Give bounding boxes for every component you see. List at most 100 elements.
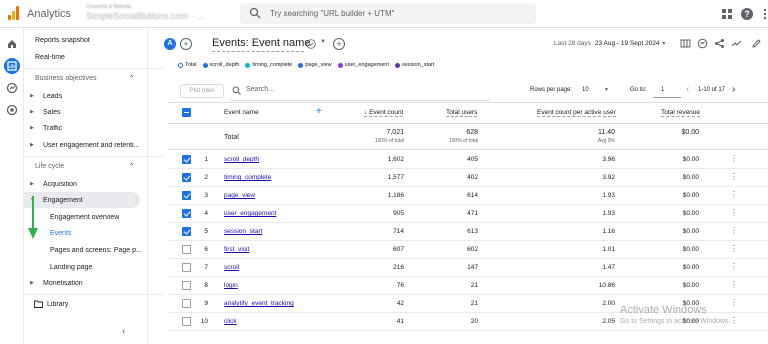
select-all-checkbox[interactable] xyxy=(182,108,191,117)
row-more-icon[interactable]: ⋮ xyxy=(730,244,738,253)
legend-dot xyxy=(245,62,251,68)
event-name-link[interactable]: scroll xyxy=(224,264,239,271)
sidebar-item-pages-and-screens[interactable]: Pages and screens: Page p... xyxy=(24,242,148,258)
add-comparison-plus-icon[interactable]: + xyxy=(180,38,192,50)
column-total-users[interactable]: Total users xyxy=(446,109,478,117)
event-count-cell: 41 xyxy=(396,318,404,325)
event-name-link[interactable]: login xyxy=(224,282,238,289)
event-name-link[interactable]: session_start xyxy=(224,228,262,235)
trend-sparkle-icon[interactable] xyxy=(731,38,742,49)
section-business-objectives[interactable]: Business objectives ⌃ xyxy=(24,72,148,86)
insights-icon[interactable] xyxy=(697,38,708,49)
caret-down-icon[interactable]: ▼ xyxy=(604,87,609,93)
total-users-cell: 405 xyxy=(467,156,478,163)
row-checkbox[interactable] xyxy=(182,227,191,236)
apps-grid-icon[interactable] xyxy=(720,7,734,21)
caret-down-icon[interactable]: ▼ xyxy=(320,39,326,45)
date-range-picker[interactable]: Last 28 days 23 Aug - 19 Sept 2024 ▼ xyxy=(554,40,666,47)
event-name-link[interactable]: first_visit xyxy=(224,246,249,253)
report-header: A + Events: Event name ▼ + Last 28 days 2… xyxy=(148,28,768,58)
sidebar-item-engagement-overview[interactable]: Engagement overview xyxy=(24,209,148,225)
comparison-avatar[interactable]: A xyxy=(164,38,176,50)
row-more-icon[interactable]: ⋮ xyxy=(730,190,738,199)
sidebar-item-library[interactable]: Library xyxy=(24,296,148,312)
row-more-icon[interactable]: ⋮ xyxy=(730,316,738,325)
goto-page-input[interactable]: 1 xyxy=(661,87,664,93)
activate-windows-watermark: Activate Windows Go to Settings to activ… xyxy=(620,304,731,325)
row-more-icon[interactable]: ⋮ xyxy=(730,208,738,217)
share-icon[interactable] xyxy=(714,38,725,49)
home-icon[interactable] xyxy=(6,38,18,50)
legend-item-page-view[interactable]: page_view xyxy=(298,62,332,68)
table-search-input[interactable]: Search... xyxy=(246,86,274,93)
event-name-link[interactable]: click xyxy=(224,318,237,325)
sidebar-item-user-engagement[interactable]: ▶ User engagement and retenti... xyxy=(24,137,148,153)
search-icon xyxy=(249,7,261,19)
sidebar-item-leads[interactable]: ▶ Leads xyxy=(24,88,148,104)
more-vertical-icon[interactable] xyxy=(758,7,768,21)
legend-item-scroll-depth[interactable]: scroll_depth xyxy=(202,62,239,68)
check-circle-icon[interactable] xyxy=(306,39,316,49)
totals-row: Total 7,021 100% of total 628 100% of to… xyxy=(168,124,768,150)
legend-item-session-start[interactable]: session_start xyxy=(394,62,434,68)
revenue-cell: $0.00 xyxy=(682,192,699,199)
analytics-logo xyxy=(8,6,20,20)
table-row: 2 timing_complete 1,577 402 3.92 $0.00 ⋮ xyxy=(168,169,768,187)
sidebar-item-realtime[interactable]: Real-time xyxy=(24,49,148,65)
search-bar[interactable]: Try searching "URL builder + UTM" xyxy=(240,3,536,24)
row-checkbox[interactable] xyxy=(182,263,191,272)
legend-item-total[interactable]: Total xyxy=(178,62,197,68)
row-checkbox[interactable] xyxy=(182,191,191,200)
column-event-count[interactable]: ↓ Event count xyxy=(364,109,404,117)
rows-per-page-select[interactable]: 10 xyxy=(582,87,589,93)
sidebar-item-monetisation[interactable]: ▶ Monetisation xyxy=(24,275,148,291)
row-checkbox[interactable] xyxy=(182,173,191,182)
account-selector[interactable]: Consortio & Makeda SimpleSocialButtons.c… xyxy=(86,4,222,24)
compare-columns-icon[interactable] xyxy=(680,38,691,49)
next-page-chevron-icon[interactable]: › xyxy=(732,84,735,95)
sidebar-item-traffic[interactable]: ▶ Traffic xyxy=(24,120,148,136)
help-icon[interactable]: ? xyxy=(740,7,754,21)
event-name-link[interactable]: analytify_event_tracking xyxy=(224,300,294,307)
goto-label: Go to: xyxy=(630,87,647,93)
legend-item-timing-complete[interactable]: timing_complete xyxy=(245,62,292,68)
column-event-name[interactable]: Event name xyxy=(224,109,259,116)
row-checkbox[interactable] xyxy=(182,245,191,254)
sidebar-item-acquisition[interactable]: ▶ Acquisition xyxy=(24,176,148,192)
row-checkbox[interactable] xyxy=(182,317,191,326)
row-checkbox[interactable] xyxy=(182,299,191,308)
add-dimension-plus-icon[interactable]: + xyxy=(316,106,322,117)
event-name-link[interactable]: scroll_depth xyxy=(224,156,259,163)
sidebar-item-events[interactable]: Events xyxy=(24,225,148,241)
row-checkbox[interactable] xyxy=(182,281,191,290)
sidebar-item-reports-snapshot[interactable]: Reports snapshot xyxy=(24,32,148,48)
previous-page-chevron-icon[interactable]: ‹ xyxy=(686,84,689,95)
event-name-link[interactable]: page_view xyxy=(224,192,255,199)
reports-icon[interactable] xyxy=(4,58,20,74)
row-checkbox[interactable] xyxy=(182,155,191,164)
row-more-icon[interactable]: ⋮ xyxy=(730,226,738,235)
column-total-revenue[interactable]: Total revenue xyxy=(661,109,701,117)
date-range-text: 23 Aug - 19 Sept 2024 xyxy=(594,40,660,47)
plot-rows-button[interactable]: Plot rows xyxy=(180,84,224,98)
sidebar-item-engagement[interactable]: ▼Engagement xyxy=(24,192,140,208)
advertising-icon[interactable] xyxy=(6,104,18,116)
sidebar-item-sales[interactable]: ▶ Sales xyxy=(24,104,148,120)
section-life-cycle[interactable]: Life cycle ⌃ xyxy=(24,160,148,174)
add-report-plus-icon[interactable]: + xyxy=(333,38,345,50)
event-name-link[interactable]: user_engagement xyxy=(224,210,276,217)
column-event-count-per-user[interactable]: Event count per active user xyxy=(537,109,616,117)
legend-item-user-engagement[interactable]: user_engagement xyxy=(337,62,389,68)
row-more-icon[interactable]: ⋮ xyxy=(730,298,738,307)
row-more-icon[interactable]: ⋮ xyxy=(730,262,738,271)
explore-icon[interactable] xyxy=(6,82,18,94)
row-checkbox[interactable] xyxy=(182,209,191,218)
row-more-icon[interactable]: ⋮ xyxy=(730,280,738,289)
table-row: 1 scroll_depth 1,602 405 3.96 $0.00 ⋮ xyxy=(168,151,768,169)
sidebar-item-landing-page[interactable]: Landing page xyxy=(24,259,148,275)
collapse-sidebar-chevron-icon[interactable]: ‹ xyxy=(122,326,125,337)
edit-pencil-icon[interactable] xyxy=(751,38,762,49)
row-more-icon[interactable]: ⋮ xyxy=(730,154,738,163)
event-name-link[interactable]: timing_complete xyxy=(224,174,271,181)
row-more-icon[interactable]: ⋮ xyxy=(730,172,738,181)
